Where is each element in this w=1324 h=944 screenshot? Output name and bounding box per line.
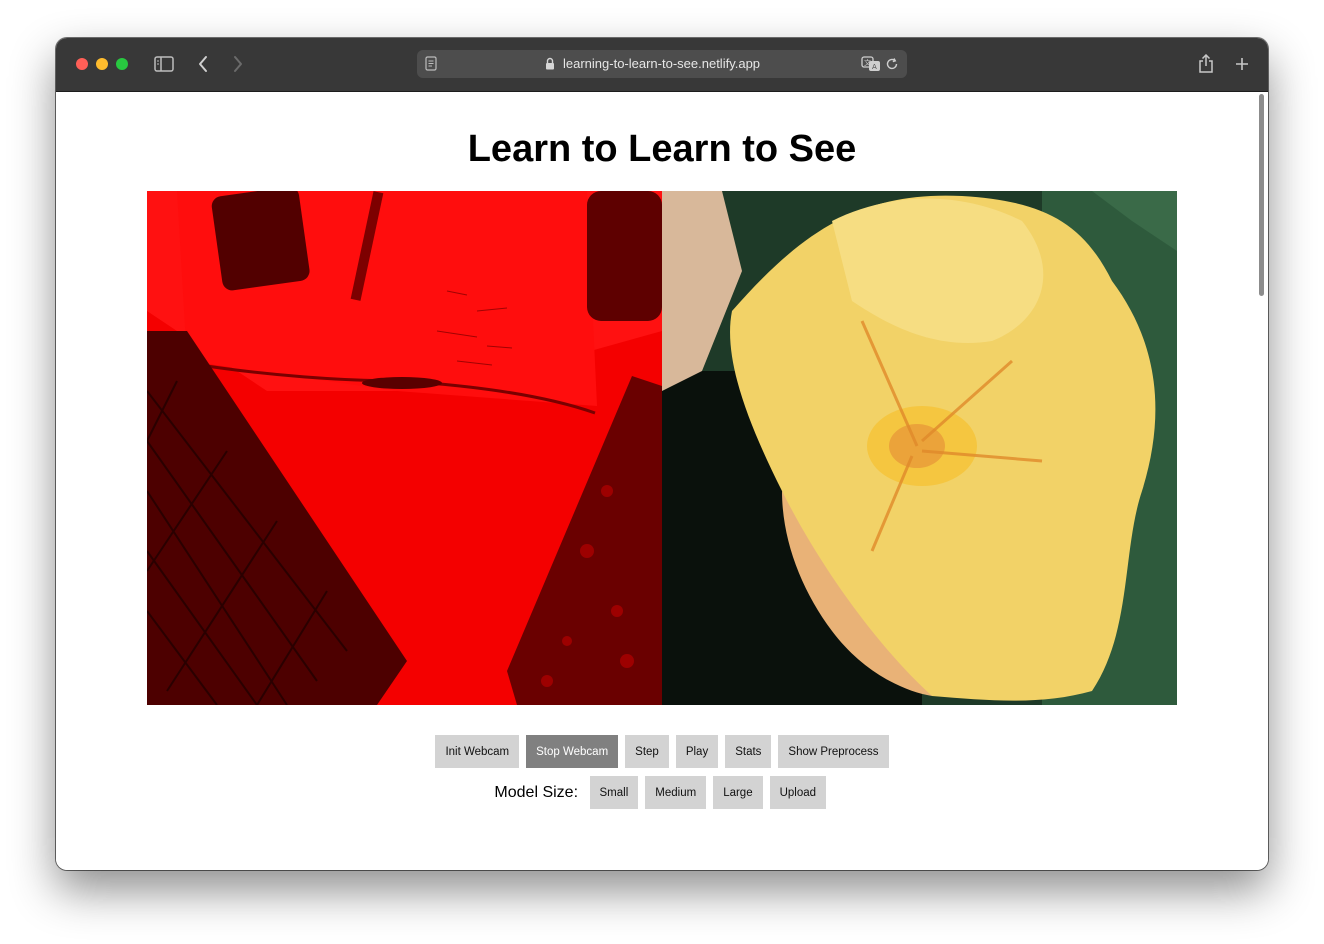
page-title: Learn to Learn to See	[467, 128, 857, 170]
close-window-button[interactable]	[76, 58, 88, 70]
browser-window: learning-to-learn-to-see.netlify.app 文A …	[56, 38, 1268, 870]
page-content: Learn to Learn to See Init Webcam Stop W…	[56, 92, 1268, 870]
svg-text:文: 文	[864, 58, 871, 67]
model-upload-button[interactable]: Upload	[769, 776, 827, 809]
init-webcam-button[interactable]: Init Webcam	[435, 735, 520, 768]
playback-controls: Init Webcam Stop Webcam Step Play Stats …	[56, 735, 1268, 768]
step-button[interactable]: Step	[625, 735, 669, 768]
minimize-window-button[interactable]	[96, 58, 108, 70]
back-icon[interactable]	[190, 52, 216, 76]
model-large-button[interactable]: Large	[713, 776, 763, 809]
lock-icon	[545, 57, 555, 75]
stats-button[interactable]: Stats	[725, 735, 772, 768]
svg-text:A: A	[872, 63, 877, 71]
model-medium-button[interactable]: Medium	[645, 776, 707, 809]
scrollbar[interactable]	[1259, 94, 1264, 296]
translate-icon[interactable]: 文A	[861, 56, 881, 77]
zoom-window-button[interactable]	[116, 58, 128, 70]
page-icon[interactable]	[425, 56, 437, 76]
address-url[interactable]: learning-to-learn-to-see.netlify.app	[563, 56, 760, 71]
output-canvas	[147, 191, 1177, 705]
forward-icon[interactable]	[225, 52, 251, 76]
browser-toolbar: learning-to-learn-to-see.netlify.app 文A	[56, 38, 1268, 92]
generated-output-image	[662, 191, 1177, 705]
reload-icon[interactable]	[885, 56, 899, 77]
stop-webcam-button[interactable]: Stop Webcam	[526, 735, 619, 768]
model-small-button[interactable]: Small	[589, 776, 639, 809]
show-preprocess-button[interactable]: Show Preprocess	[778, 735, 889, 768]
new-tab-icon[interactable]	[1229, 52, 1255, 76]
model-size-controls: Model Size: Small Medium Large Upload	[56, 776, 1268, 809]
webcam-input-image	[147, 191, 662, 705]
share-icon[interactable]	[1193, 52, 1219, 76]
play-button[interactable]: Play	[675, 735, 719, 768]
model-size-label: Model Size:	[494, 783, 579, 801]
address-bar[interactable]: learning-to-learn-to-see.netlify.app 文A	[417, 50, 907, 78]
sidebar-icon[interactable]	[151, 52, 177, 76]
